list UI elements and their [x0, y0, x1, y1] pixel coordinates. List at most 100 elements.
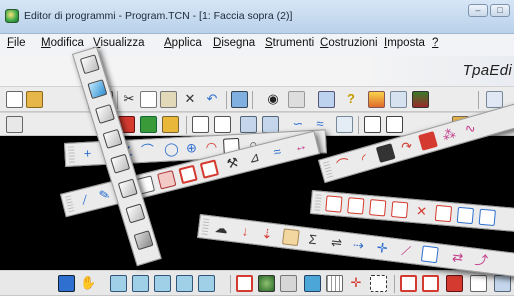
arrow-down-alt-icon[interactable]: ⇣ — [258, 225, 276, 243]
toolbar-grip[interactable] — [201, 218, 210, 236]
drill-line-icon[interactable] — [390, 201, 409, 219]
join-icon[interactable]: ⇌ — [328, 234, 346, 252]
node-icon[interactable]: ✛ — [373, 240, 391, 258]
drill-icon[interactable] — [325, 195, 343, 213]
tool-red-icon[interactable] — [418, 131, 438, 151]
toolbar-grip[interactable] — [322, 161, 334, 179]
offset-icon[interactable]: ≈ — [268, 142, 287, 161]
frame-icon[interactable] — [386, 116, 403, 133]
cube-view-icon[interactable] — [79, 54, 100, 75]
snap-icon[interactable] — [304, 275, 321, 292]
cube-rotate-icon[interactable] — [133, 230, 154, 251]
toolbar-grip[interactable] — [314, 194, 322, 211]
drill-repeat-icon[interactable] — [347, 197, 365, 215]
split-icon[interactable]: ⟋ — [397, 242, 415, 260]
align-right-icon[interactable] — [262, 116, 279, 133]
mirror-icon[interactable]: ↔ — [291, 137, 310, 156]
arc-move-icon[interactable]: ↷ — [397, 137, 417, 157]
table-icon[interactable] — [390, 91, 407, 108]
undo-icon[interactable]: ↶ — [204, 91, 221, 108]
align-left-icon[interactable] — [240, 116, 257, 133]
layers-icon[interactable] — [140, 116, 157, 133]
menu-strumenti[interactable]: Strumenti — [265, 37, 314, 49]
jump-icon[interactable]: ⤴ — [472, 252, 490, 270]
cube-front-icon[interactable] — [94, 103, 115, 124]
crosshair-icon[interactable]: ✛ — [348, 275, 365, 292]
open-path-icon[interactable] — [420, 245, 439, 264]
grid-icon[interactable] — [231, 91, 248, 108]
open-folder-icon[interactable] — [26, 91, 43, 108]
zoom-in-icon[interactable] — [154, 275, 171, 292]
replace-icon[interactable] — [318, 91, 335, 108]
list-indent-icon[interactable] — [336, 116, 353, 133]
curve-red-icon[interactable]: ⌒ — [334, 155, 354, 175]
calculator-icon[interactable] — [6, 116, 23, 133]
menu-file[interactable]: File — [7, 37, 26, 49]
chamfer-icon[interactable] — [199, 159, 220, 179]
menu-visualizza[interactable]: Visualizza — [93, 37, 145, 49]
pencil-icon[interactable]: ✎ — [95, 186, 114, 205]
cube-bottom-icon[interactable] — [117, 178, 138, 199]
delete-icon[interactable]: ✕ — [182, 91, 199, 108]
select-rect-icon[interactable] — [236, 275, 253, 292]
zoom-window-icon[interactable] — [132, 275, 149, 292]
bracket-right-icon[interactable] — [214, 116, 231, 133]
drill-blue-icon[interactable] — [456, 206, 475, 225]
shape-red-icon[interactable] — [400, 275, 417, 292]
end-icon[interactable] — [494, 275, 511, 292]
menu-help[interactable]: ? — [432, 37, 438, 49]
properties-icon[interactable] — [486, 91, 503, 108]
drill-grid-icon[interactable] — [369, 199, 387, 217]
drill-pattern-icon[interactable] — [434, 204, 453, 223]
zoom-icon[interactable] — [110, 275, 127, 292]
bracket-left-icon[interactable] — [192, 116, 209, 133]
paste-icon[interactable] — [160, 91, 177, 108]
arc-tool-icon[interactable]: ⌒ — [139, 142, 156, 159]
circle-tool-icon[interactable]: ◯ — [163, 141, 180, 158]
menu-disegna[interactable]: Disegna — [213, 37, 255, 49]
library-icon[interactable] — [412, 91, 429, 108]
cube-top-icon[interactable] — [87, 79, 108, 100]
hand-icon[interactable]: ✋ — [80, 275, 97, 292]
arc-icon[interactable] — [470, 275, 487, 292]
wireframe-icon[interactable] — [280, 275, 297, 292]
circle-center-icon[interactable]: ⊕ — [183, 140, 200, 157]
profile-icon[interactable] — [446, 275, 463, 292]
copy-icon[interactable] — [140, 91, 157, 108]
fillet-icon[interactable] — [178, 164, 198, 185]
cube-side-icon[interactable] — [102, 128, 123, 149]
corner-icon[interactable] — [364, 116, 381, 133]
cut-icon[interactable]: ✂ — [121, 91, 138, 108]
menu-imposta[interactable]: Imposta — [384, 37, 425, 49]
cloud-icon[interactable]: ☁ — [212, 220, 230, 238]
extend-icon[interactable] — [157, 170, 177, 190]
panel-icon[interactable] — [162, 116, 179, 133]
pen-icon[interactable]: ⁄ — [76, 190, 95, 209]
maximize-button[interactable]: □ — [490, 4, 510, 17]
solid-icon[interactable] — [258, 275, 275, 292]
arrow-down-icon[interactable]: ↓ — [236, 223, 254, 241]
shape-red-alt-icon[interactable] — [422, 275, 439, 292]
multi-icon[interactable]: ⁂ — [439, 125, 459, 145]
binoculars-icon[interactable]: ◉ — [265, 91, 282, 108]
hammer-icon[interactable]: ⚒ — [223, 154, 242, 173]
menu-costruzioni[interactable]: Costruzioni — [320, 37, 378, 49]
minimize-button[interactable]: – — [468, 4, 488, 17]
menu-modifica[interactable]: Modifica — [41, 37, 84, 49]
find-next-icon[interactable] — [288, 91, 305, 108]
menu-applica[interactable]: Applica — [164, 37, 202, 49]
list-icon[interactable] — [368, 91, 385, 108]
lock-icon[interactable] — [375, 143, 396, 163]
arc-red-icon[interactable]: ◜ — [355, 149, 375, 169]
swap-icon[interactable]: ⇄ — [449, 249, 467, 267]
arc-three-icon[interactable]: ◠ — [203, 139, 220, 156]
new-document-icon[interactable] — [6, 91, 23, 108]
zoom-all-icon[interactable] — [198, 275, 215, 292]
cross-icon[interactable]: ✕ — [413, 203, 430, 220]
view-icon[interactable] — [58, 275, 75, 292]
toolbar-grip[interactable] — [68, 146, 76, 163]
bounds-icon[interactable] — [370, 275, 387, 292]
cube-iso-icon[interactable] — [125, 203, 146, 224]
zoom-out-icon[interactable] — [176, 275, 193, 292]
link-icon[interactable]: ⇢ — [349, 237, 367, 255]
